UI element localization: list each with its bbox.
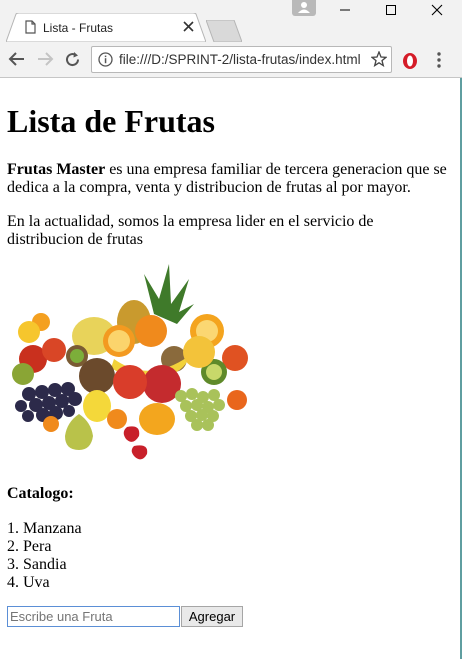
page-title: Lista de Frutas	[7, 103, 215, 139]
new-tab-button[interactable]	[206, 20, 242, 42]
list-item: 1. Manzana	[7, 520, 82, 537]
fruit-input[interactable]	[7, 606, 180, 627]
close-window-button[interactable]	[414, 0, 460, 20]
list-item: 3. Sandia	[7, 556, 67, 573]
tab-strip: Lista - Frutas	[0, 0, 462, 42]
profile-avatar-icon[interactable]	[292, 0, 316, 16]
fruit-list: 1. Manzana 2. Pera 3. Sandia 4. Uva	[7, 520, 82, 592]
tab-close-icon[interactable]	[183, 21, 194, 32]
toolbar: file:///D:/SPRINT-2/lista-frutas/index.h…	[0, 42, 462, 78]
forward-icon[interactable]	[36, 51, 54, 67]
catalog-label: Catalogo:	[7, 485, 74, 502]
bookmark-star-icon[interactable]	[371, 51, 387, 67]
document-icon	[25, 20, 36, 34]
url-text: file:///D:/SPRINT-2/lista-frutas/index.h…	[119, 52, 361, 67]
list-item: 4. Uva	[7, 574, 50, 591]
opera-extension-icon[interactable]	[402, 52, 418, 70]
add-button[interactable]: Agregar	[181, 606, 243, 627]
page-content: Lista de Frutas Frutas Master es una emp…	[0, 78, 462, 659]
menu-icon[interactable]	[437, 52, 441, 68]
tab-active[interactable]: Lista - Frutas	[6, 13, 206, 42]
minimize-button[interactable]	[322, 0, 368, 20]
back-icon[interactable]	[8, 51, 26, 67]
fruit-image	[12, 264, 248, 460]
description-paragraph: En la actualidad, somos la empresa lider…	[7, 213, 374, 248]
maximize-button[interactable]	[368, 0, 414, 20]
address-bar[interactable]: file:///D:/SPRINT-2/lista-frutas/index.h…	[91, 46, 392, 73]
reload-icon[interactable]	[64, 51, 81, 68]
info-icon[interactable]	[98, 52, 113, 67]
list-item: 2. Pera	[7, 538, 52, 555]
tab-title: Lista - Frutas	[43, 21, 114, 35]
intro-paragraph: Frutas Master es una empresa familiar de…	[7, 161, 452, 197]
browser-chrome: Lista - Frutas file:///D:/SPRINT-2/lista…	[0, 0, 462, 78]
company-name: Frutas Master	[7, 161, 106, 178]
